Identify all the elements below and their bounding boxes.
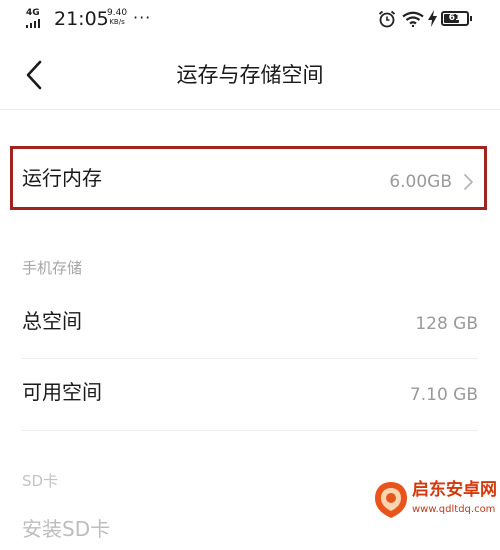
page-title: 运存与存储空间: [176, 63, 324, 87]
watermark-url: www.qdltdq.com: [412, 504, 496, 515]
status-bar: 4G 21:05 9.40 KB/s ··· 61: [0, 0, 500, 40]
wifi-icon: [402, 11, 424, 27]
alarm-icon: [378, 10, 396, 28]
row-divider: [22, 430, 478, 431]
more-notifications-icon: ···: [133, 8, 152, 27]
total-space-row: 总空间 128 GB: [0, 292, 500, 356]
watermark-title: 启东安卓网: [412, 480, 497, 500]
available-space-label: 可用空间: [22, 380, 102, 404]
ram-highlight-box: [10, 146, 487, 210]
nav-divider: [0, 109, 500, 110]
row-divider: [22, 358, 478, 359]
available-space-value: 7.10 GB: [409, 385, 478, 405]
network-speed: 9.40 KB/s: [107, 8, 128, 27]
battery-tip: [470, 16, 472, 21]
network-speed-value: 9.40: [107, 8, 128, 18]
battery-level: 61: [448, 13, 462, 23]
install-sd-card-label: 安装SD卡: [22, 517, 111, 541]
total-space-label: 总空间: [22, 309, 82, 333]
nav-bar: 运存与存储空间: [0, 40, 500, 110]
signal-icon: [26, 19, 40, 28]
charging-icon: [428, 10, 437, 27]
network-speed-unit: KB/s: [109, 18, 125, 26]
total-space-value: 128 GB: [415, 314, 478, 334]
clock: 21:05: [54, 8, 109, 30]
phone-storage-header: 手机存储: [22, 259, 83, 277]
sd-card-header: SD卡: [22, 472, 59, 490]
battery-icon: 61: [441, 11, 469, 26]
watermark-logo-icon: [375, 482, 407, 518]
watermark: 启东安卓网 www.qdltdq.com: [372, 474, 500, 528]
network-type: 4G: [26, 8, 40, 18]
available-space-row: 可用空间 7.10 GB: [0, 362, 500, 428]
